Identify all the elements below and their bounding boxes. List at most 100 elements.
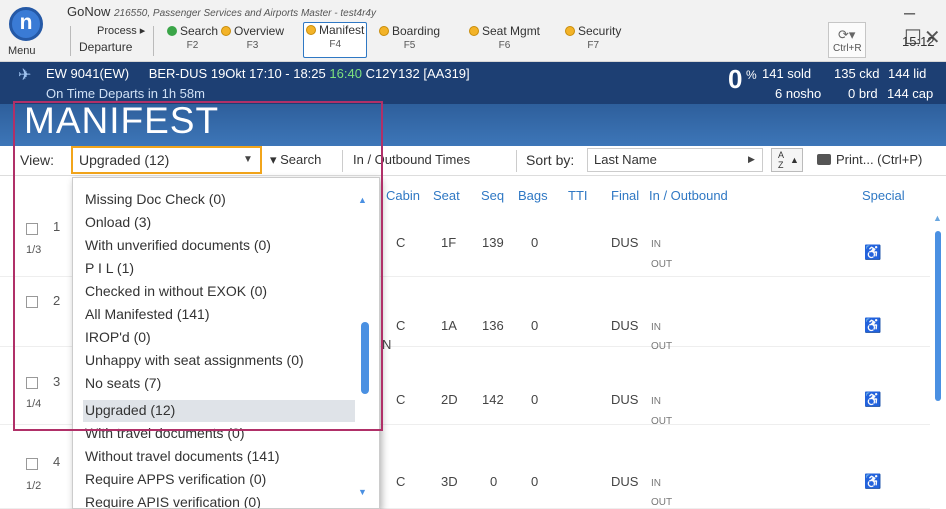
aircraft-config: C12Y132 [AA319] <box>365 66 470 81</box>
sold-count: 141 sold <box>762 66 812 81</box>
dropdown-option[interactable]: With travel documents (0) <box>83 423 355 445</box>
app-title: GoNow 216550, Passenger Services and Air… <box>67 4 376 19</box>
nav-label: Seat Mgmt <box>482 24 541 38</box>
col-bags[interactable]: Bags <box>518 188 548 203</box>
grid-scrollbar[interactable]: ▲ <box>933 213 943 507</box>
app-name: GoNow <box>67 4 111 19</box>
status-dot-icon <box>167 26 177 36</box>
nav-search[interactable]: Search F2 <box>167 24 218 58</box>
row-number: 4 <box>53 454 61 469</box>
dropdown-option[interactable]: Checked in without EXOK (0) <box>83 281 355 303</box>
row-checkbox[interactable] <box>26 223 38 235</box>
nav-boarding[interactable]: Boarding F5 <box>379 24 440 58</box>
col-inout[interactable]: In / Outbound <box>649 188 728 203</box>
print-button[interactable]: Print... (Ctrl+P) <box>817 152 922 167</box>
flight-number: EW 9041(EW) <box>46 66 130 81</box>
dropdown-option[interactable]: With unverified documents (0) <box>83 235 355 257</box>
col-cabin[interactable]: Cabin <box>386 188 420 203</box>
cell-bags: 0 <box>531 318 539 333</box>
cell-cabin: C <box>396 474 406 489</box>
view-dropdown-list[interactable]: Missing Doc Check (0) Onload (3) With un… <box>72 177 380 509</box>
cell-bags: 0 <box>531 474 539 489</box>
nav-label: Manifest <box>319 23 365 37</box>
cell-final: DUS <box>611 474 639 489</box>
col-seat[interactable]: Seat <box>433 188 460 203</box>
manifest-toolbar: View: Upgraded (12) ▼ ▾ Search In / Outb… <box>0 146 946 176</box>
status-dot-icon <box>306 25 316 35</box>
scroll-down-icon[interactable]: ▼ <box>358 487 367 497</box>
boarded-count: 0 brd <box>848 86 878 101</box>
flight-estimate: 16:40 <box>329 66 362 81</box>
row-checkbox[interactable] <box>26 377 38 389</box>
chevron-right-icon: ▶ <box>748 154 755 164</box>
search-button[interactable]: ▾ Search <box>270 152 321 168</box>
col-special[interactable]: Special <box>862 188 905 203</box>
col-tti[interactable]: TTI <box>568 188 588 203</box>
cell-out: OUT <box>651 259 673 270</box>
cell-cabin: C <box>396 235 406 250</box>
refresh-button[interactable]: ⟳▾ Ctrl+R <box>828 22 866 58</box>
view-select[interactable]: Upgraded (12) ▼ <box>71 146 262 174</box>
cell-bags: 0 <box>531 392 539 407</box>
view-label: View: <box>20 152 54 168</box>
cell-out: OUT <box>651 416 673 427</box>
dropdown-option[interactable]: No seats (7) <box>83 373 355 395</box>
dropdown-option[interactable]: Onload (3) <box>83 212 355 234</box>
dropdown-option-selected[interactable]: Upgraded (12) <box>83 400 355 422</box>
sort-select-value: Last Name <box>594 152 657 167</box>
flight-route: BER-DUS <box>148 66 208 81</box>
function-key: F7 <box>587 40 600 51</box>
row-checkbox[interactable] <box>26 458 38 470</box>
scrollbar-thumb[interactable] <box>935 231 941 401</box>
col-final[interactable]: Final <box>611 188 639 203</box>
nav-security[interactable]: Security F7 <box>565 24 621 58</box>
dropdown-option[interactable]: Require APIS verification (0) <box>83 492 355 508</box>
sortby-label: Sort by: <box>526 152 575 168</box>
row-checkbox[interactable] <box>26 296 38 308</box>
sort-select[interactable]: Last Name ▶ <box>587 148 763 172</box>
special-assistance-icon[interactable]: ♿ <box>864 244 881 261</box>
special-assistance-icon[interactable]: ♿ <box>864 317 881 334</box>
dropdown-option[interactable]: Without travel documents (141) <box>83 446 355 468</box>
plane-icon: ✈ <box>18 67 32 84</box>
cell-in: IN <box>651 322 661 333</box>
nav-seat-mgmt[interactable]: Seat Mgmt F6 <box>469 24 540 58</box>
view-select-value: Upgraded (12) <box>79 152 170 168</box>
dropdown-option[interactable]: Unhappy with seat assignments (0) <box>83 350 355 372</box>
cell-final: DUS <box>611 235 639 250</box>
cell-seq: 136 <box>482 318 504 333</box>
nav-manifest[interactable]: Manifest F4 <box>303 22 368 58</box>
row-fraction: 1/2 <box>26 480 42 492</box>
flight-schedule: 19Okt 17:10 - 18:25 <box>210 66 326 81</box>
dropdown-option[interactable]: Missing Doc Check (0) <box>83 189 355 211</box>
special-assistance-icon[interactable]: ♿ <box>864 391 881 408</box>
sort-arrow-icon: ▲ <box>790 155 799 165</box>
sort-direction-button[interactable]: A Z ▲ <box>771 148 803 172</box>
cell-bags: 0 <box>531 235 539 250</box>
cell-seat: 3D <box>441 474 458 489</box>
process-menu[interactable]: Process ▸ <box>97 24 145 37</box>
refresh-shortcut: Ctrl+R <box>833 43 862 54</box>
menu-label[interactable]: Menu <box>8 45 36 57</box>
scroll-up-icon[interactable]: ▲ <box>933 213 942 223</box>
inout-times-button[interactable]: In / Outbound Times <box>353 152 470 167</box>
row-fraction: 1/3 <box>26 244 42 256</box>
dropdown-option[interactable]: Require APPS verification (0) <box>83 469 355 491</box>
col-seq[interactable]: Seq <box>481 188 504 203</box>
dropdown-option[interactable]: IROP'd (0) <box>83 327 355 349</box>
special-assistance-icon[interactable]: ♿ <box>864 473 881 490</box>
status-dot-icon <box>221 26 231 36</box>
gonow-logo-icon[interactable]: n <box>9 7 43 41</box>
dropdown-option[interactable]: All Manifested (141) <box>83 304 355 326</box>
status-dot-icon <box>469 26 479 36</box>
print-label: Print... (Ctrl+P) <box>836 152 923 167</box>
flight-summary: EW 9041(EW) BER-DUS 19Okt 17:10 - 18:25 … <box>46 66 470 81</box>
dropdown-scrollbar-thumb[interactable] <box>361 322 369 394</box>
app-subtitle: 216550, Passenger Services and Airports … <box>113 8 376 19</box>
dropdown-option[interactable]: P I L (1) <box>83 258 355 280</box>
chevron-down-icon: ▼ <box>243 154 253 165</box>
cell-cabin: C <box>396 392 406 407</box>
nav-overview[interactable]: Overview F3 <box>221 24 284 58</box>
scroll-up-icon[interactable]: ▲ <box>358 195 367 205</box>
mode-departure[interactable]: Departure <box>79 40 132 54</box>
